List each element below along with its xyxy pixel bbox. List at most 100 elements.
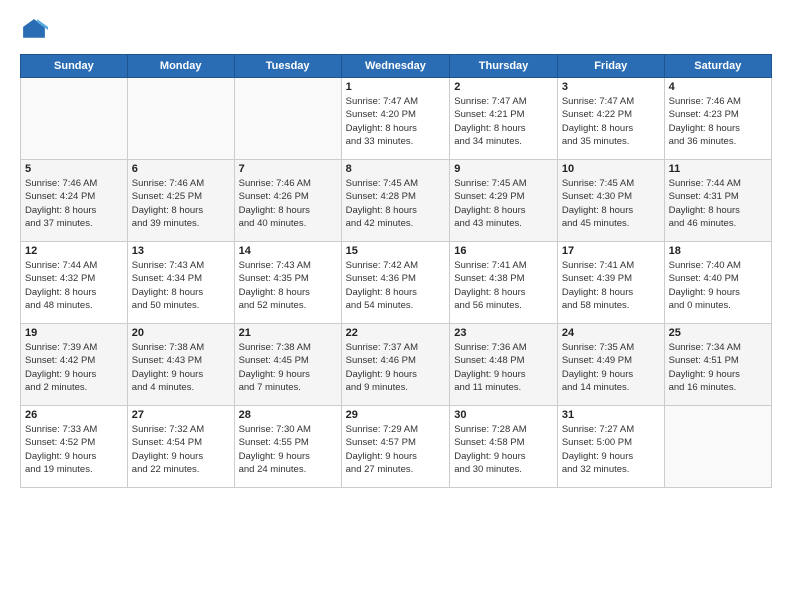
day-number: 19 xyxy=(25,327,123,339)
calendar-cell: 17 Sunrise: 7:41 AM Sunset: 4:39 PM Dayli… xyxy=(557,242,664,324)
day-number: 26 xyxy=(25,409,123,421)
calendar-cell: 5 Sunrise: 7:46 AM Sunset: 4:24 PM Daylig… xyxy=(21,160,128,242)
day-info: Sunrise: 7:47 AM Sunset: 4:21 PM Dayligh… xyxy=(454,95,553,148)
logo xyxy=(20,16,52,44)
day-info: Sunrise: 7:43 AM Sunset: 4:34 PM Dayligh… xyxy=(132,259,230,312)
calendar-cell: 15 Sunrise: 7:42 AM Sunset: 4:36 PM Dayli… xyxy=(341,242,450,324)
calendar-cell: 31 Sunrise: 7:27 AM Sunset: 5:00 PM Dayli… xyxy=(557,406,664,488)
day-info: Sunrise: 7:46 AM Sunset: 4:23 PM Dayligh… xyxy=(669,95,767,148)
calendar-cell: 13 Sunrise: 7:43 AM Sunset: 4:34 PM Dayli… xyxy=(127,242,234,324)
day-info: Sunrise: 7:45 AM Sunset: 4:30 PM Dayligh… xyxy=(562,177,660,230)
day-info: Sunrise: 7:39 AM Sunset: 4:42 PM Dayligh… xyxy=(25,341,123,394)
calendar-cell xyxy=(234,78,341,160)
day-number: 20 xyxy=(132,327,230,339)
day-info: Sunrise: 7:27 AM Sunset: 5:00 PM Dayligh… xyxy=(562,423,660,476)
day-number: 27 xyxy=(132,409,230,421)
day-number: 29 xyxy=(346,409,446,421)
calendar-cell: 27 Sunrise: 7:32 AM Sunset: 4:54 PM Dayli… xyxy=(127,406,234,488)
calendar-cell: 14Sunrise: 7:43 AM Sunset: 4:35 PM Dayli… xyxy=(234,242,341,324)
day-info: Sunrise: 7:44 AM Sunset: 4:32 PM Dayligh… xyxy=(25,259,123,312)
day-info: Sunrise: 7:46 AM Sunset: 4:25 PM Dayligh… xyxy=(132,177,230,230)
day-info: Sunrise: 7:40 AM Sunset: 4:40 PM Dayligh… xyxy=(669,259,767,312)
weekday-header: Sunday xyxy=(21,55,128,78)
calendar-cell: 19 Sunrise: 7:39 AM Sunset: 4:42 PM Dayli… xyxy=(21,324,128,406)
day-info: Sunrise: 7:42 AM Sunset: 4:36 PM Dayligh… xyxy=(346,259,446,312)
header xyxy=(20,16,772,44)
day-number: 2 xyxy=(454,81,553,93)
day-number: 31 xyxy=(562,409,660,421)
weekday-header: Monday xyxy=(127,55,234,78)
day-info: Sunrise: 7:46 AM Sunset: 4:24 PM Dayligh… xyxy=(25,177,123,230)
calendar-cell: 11Sunrise: 7:44 AM Sunset: 4:31 PM Dayli… xyxy=(664,160,771,242)
day-info: Sunrise: 7:30 AM Sunset: 4:55 PM Dayligh… xyxy=(239,423,337,476)
day-number: 25 xyxy=(669,327,767,339)
day-info: Sunrise: 7:46 AM Sunset: 4:26 PM Dayligh… xyxy=(239,177,337,230)
day-number: 21 xyxy=(239,327,337,339)
weekday-header: Friday xyxy=(557,55,664,78)
calendar-cell: 9 Sunrise: 7:45 AM Sunset: 4:29 PM Daylig… xyxy=(450,160,558,242)
day-info: Sunrise: 7:37 AM Sunset: 4:46 PM Dayligh… xyxy=(346,341,446,394)
day-info: Sunrise: 7:38 AM Sunset: 4:45 PM Dayligh… xyxy=(239,341,337,394)
day-number: 11 xyxy=(669,163,767,175)
day-number: 10 xyxy=(562,163,660,175)
day-number: 3 xyxy=(562,81,660,93)
day-number: 1 xyxy=(346,81,446,93)
calendar-cell: 2 Sunrise: 7:47 AM Sunset: 4:21 PM Daylig… xyxy=(450,78,558,160)
day-info: Sunrise: 7:33 AM Sunset: 4:52 PM Dayligh… xyxy=(25,423,123,476)
day-number: 12 xyxy=(25,245,123,257)
calendar-cell: 18Sunrise: 7:40 AM Sunset: 4:40 PM Dayli… xyxy=(664,242,771,324)
calendar-cell: 20 Sunrise: 7:38 AM Sunset: 4:43 PM Dayli… xyxy=(127,324,234,406)
day-number: 15 xyxy=(346,245,446,257)
day-info: Sunrise: 7:34 AM Sunset: 4:51 PM Dayligh… xyxy=(669,341,767,394)
day-info: Sunrise: 7:45 AM Sunset: 4:29 PM Dayligh… xyxy=(454,177,553,230)
day-number: 30 xyxy=(454,409,553,421)
day-number: 28 xyxy=(239,409,337,421)
day-number: 6 xyxy=(132,163,230,175)
calendar-cell: 21 Sunrise: 7:38 AM Sunset: 4:45 PM Dayli… xyxy=(234,324,341,406)
calendar-cell: 4Sunrise: 7:46 AM Sunset: 4:23 PM Daylig… xyxy=(664,78,771,160)
calendar-cell: 29 Sunrise: 7:29 AM Sunset: 4:57 PM Dayli… xyxy=(341,406,450,488)
day-number: 14 xyxy=(239,245,337,257)
calendar-cell: 26 Sunrise: 7:33 AM Sunset: 4:52 PM Dayli… xyxy=(21,406,128,488)
day-number: 16 xyxy=(454,245,553,257)
calendar-cell: 12 Sunrise: 7:44 AM Sunset: 4:32 PM Dayli… xyxy=(21,242,128,324)
calendar-cell: 30 Sunrise: 7:28 AM Sunset: 4:58 PM Dayli… xyxy=(450,406,558,488)
day-number: 24 xyxy=(562,327,660,339)
day-info: Sunrise: 7:35 AM Sunset: 4:49 PM Dayligh… xyxy=(562,341,660,394)
day-info: Sunrise: 7:38 AM Sunset: 4:43 PM Dayligh… xyxy=(132,341,230,394)
day-info: Sunrise: 7:47 AM Sunset: 4:22 PM Dayligh… xyxy=(562,95,660,148)
calendar-cell: 22 Sunrise: 7:37 AM Sunset: 4:46 PM Dayli… xyxy=(341,324,450,406)
day-info: Sunrise: 7:36 AM Sunset: 4:48 PM Dayligh… xyxy=(454,341,553,394)
calendar-cell xyxy=(664,406,771,488)
day-info: Sunrise: 7:28 AM Sunset: 4:58 PM Dayligh… xyxy=(454,423,553,476)
calendar-cell: 25 Sunrise: 7:34 AM Sunset: 4:51 PM Dayli… xyxy=(664,324,771,406)
day-info: Sunrise: 7:41 AM Sunset: 4:39 PM Dayligh… xyxy=(562,259,660,312)
calendar-cell: 23 Sunrise: 7:36 AM Sunset: 4:48 PM Dayli… xyxy=(450,324,558,406)
day-info: Sunrise: 7:29 AM Sunset: 4:57 PM Dayligh… xyxy=(346,423,446,476)
calendar-table: SundayMondayTuesdayWednesdayThursdayFrid… xyxy=(20,54,772,488)
day-info: Sunrise: 7:41 AM Sunset: 4:38 PM Dayligh… xyxy=(454,259,553,312)
day-info: Sunrise: 7:45 AM Sunset: 4:28 PM Dayligh… xyxy=(346,177,446,230)
calendar-cell: 16 Sunrise: 7:41 AM Sunset: 4:38 PM Dayli… xyxy=(450,242,558,324)
logo-icon xyxy=(20,16,48,44)
calendar-cell: 24 Sunrise: 7:35 AM Sunset: 4:49 PM Dayli… xyxy=(557,324,664,406)
weekday-header: Saturday xyxy=(664,55,771,78)
day-number: 7 xyxy=(239,163,337,175)
day-number: 5 xyxy=(25,163,123,175)
day-info: Sunrise: 7:32 AM Sunset: 4:54 PM Dayligh… xyxy=(132,423,230,476)
weekday-header: Thursday xyxy=(450,55,558,78)
calendar-cell: 7 Sunrise: 7:46 AM Sunset: 4:26 PM Daylig… xyxy=(234,160,341,242)
day-info: Sunrise: 7:47 AM Sunset: 4:20 PM Dayligh… xyxy=(346,95,446,148)
calendar-cell: 10 Sunrise: 7:45 AM Sunset: 4:30 PM Dayli… xyxy=(557,160,664,242)
day-number: 9 xyxy=(454,163,553,175)
day-number: 8 xyxy=(346,163,446,175)
calendar-cell xyxy=(21,78,128,160)
day-number: 23 xyxy=(454,327,553,339)
day-number: 22 xyxy=(346,327,446,339)
calendar-cell: 1 Sunrise: 7:47 AM Sunset: 4:20 PM Daylig… xyxy=(341,78,450,160)
calendar-cell: 8 Sunrise: 7:45 AM Sunset: 4:28 PM Daylig… xyxy=(341,160,450,242)
calendar-cell: 6 Sunrise: 7:46 AM Sunset: 4:25 PM Daylig… xyxy=(127,160,234,242)
weekday-header: Tuesday xyxy=(234,55,341,78)
day-number: 13 xyxy=(132,245,230,257)
day-number: 17 xyxy=(562,245,660,257)
